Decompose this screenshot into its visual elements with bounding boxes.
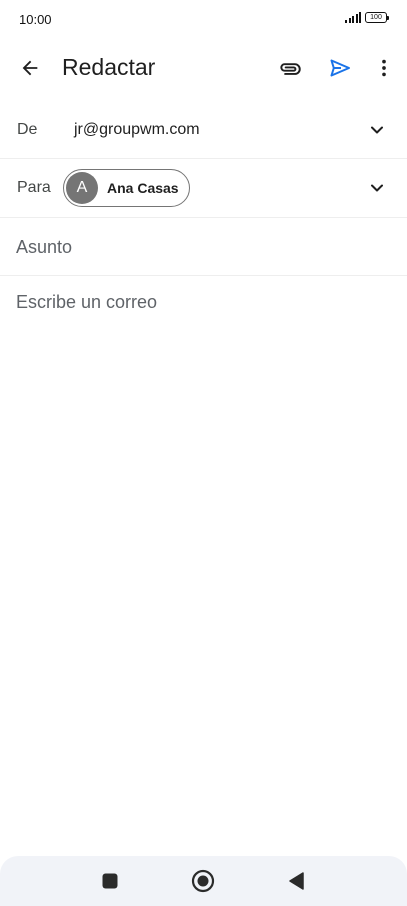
battery-level: 100 [370,14,382,21]
chevron-down-icon [371,126,383,134]
arrow-back-icon [22,60,38,76]
more-options-button[interactable] [368,52,400,84]
more-vert-icon [382,59,386,77]
square-icon [102,873,118,889]
chevron-down-icon [371,184,383,192]
status-time: 10:00 [19,12,52,27]
recipient-name: Ana Casas [107,180,179,196]
recipient-chip[interactable]: A Ana Casas [63,169,190,207]
send-icon [330,59,350,77]
battery-icon: 100 [365,12,389,23]
home-circle-icon [191,869,215,893]
from-label: De [17,121,38,138]
subject-input[interactable] [16,235,386,259]
from-row: De jr@groupwm.com [0,101,407,159]
page-title: Redactar [62,54,156,80]
from-expand-button[interactable] [365,118,389,142]
status-icons: 100 [345,12,389,23]
attach-button[interactable] [274,52,306,84]
to-expand-button[interactable] [365,176,389,200]
recents-button[interactable] [97,868,123,894]
home-button[interactable] [190,868,216,894]
status-bar: 10:00 100 [0,0,407,40]
nav-back-button[interactable] [283,868,309,894]
system-navigation-bar [0,856,407,906]
app-bar: Redactar [0,40,407,96]
paperclip-icon [280,63,301,75]
body-input[interactable] [16,292,391,832]
to-row: Para A Ana Casas [0,159,407,218]
send-button[interactable] [324,52,356,84]
from-address[interactable]: jr@groupwm.com [74,121,200,139]
triangle-back-icon [289,872,304,890]
subject-row [0,218,407,276]
avatar: A [66,172,98,204]
to-label: Para [17,179,51,196]
signal-icon [345,12,361,23]
back-button[interactable] [14,52,46,84]
